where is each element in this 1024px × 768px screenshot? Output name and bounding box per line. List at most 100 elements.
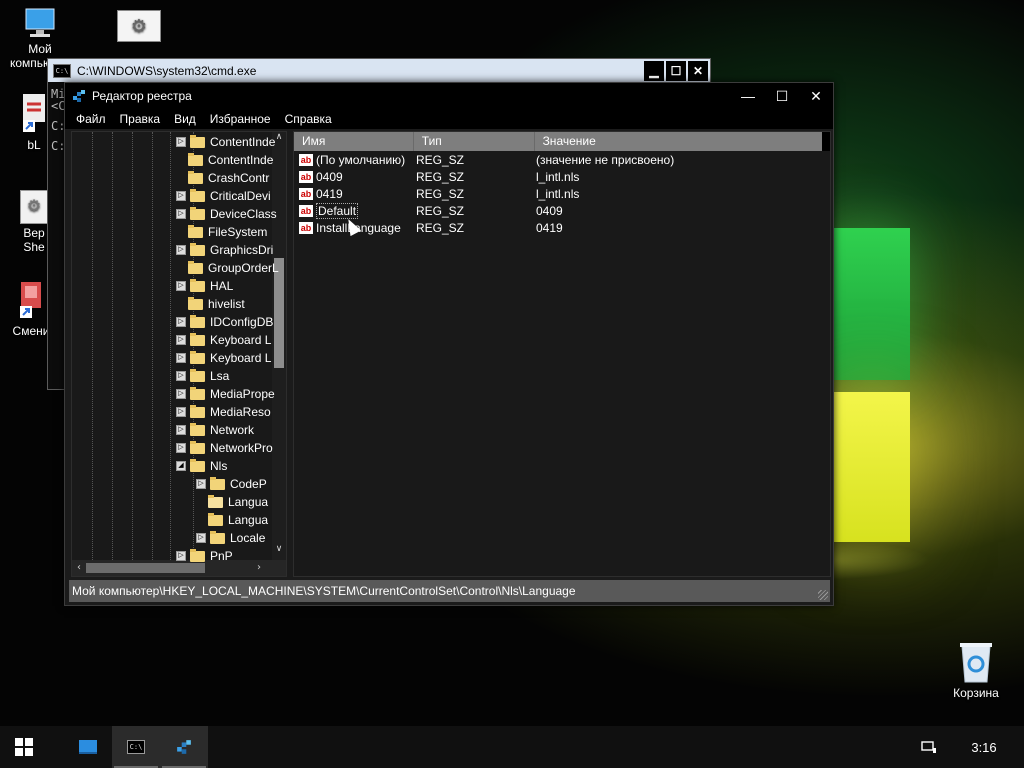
list-row[interactable]: ab Default REG_SZ 0409 bbox=[294, 202, 830, 219]
registry-tree[interactable]: ∧ ∨ ‹ › ▷ ContentInde ContentInde CrashCont… bbox=[71, 131, 287, 577]
taskbar-desktop-button[interactable] bbox=[64, 726, 112, 768]
tree-node-label: CodeP bbox=[230, 477, 267, 491]
taskbar-cmd-button[interactable]: C:\ bbox=[112, 726, 160, 768]
tree-expander-placeholder bbox=[196, 516, 204, 524]
tree-node[interactable]: ▷ ContentInde bbox=[176, 133, 275, 151]
tree-expander-icon[interactable]: ▷ bbox=[176, 335, 186, 345]
tree-expander-icon[interactable]: ◢ bbox=[176, 461, 186, 471]
tree-node-label: MediaPrope bbox=[210, 387, 275, 401]
column-header-value[interactable]: Значение bbox=[535, 132, 822, 151]
tree-node[interactable]: ▷ DeviceClass bbox=[176, 205, 277, 223]
folder-icon bbox=[190, 350, 205, 364]
folder-open-icon bbox=[208, 494, 223, 508]
tree-expander-icon[interactable]: ▷ bbox=[176, 371, 186, 381]
tree-node[interactable]: Langua bbox=[196, 511, 268, 529]
value-type-cell: REG_SZ bbox=[416, 152, 465, 167]
value-data-cell: (значение не присвоено) bbox=[536, 152, 675, 167]
tree-expander-icon[interactable]: ▷ bbox=[176, 443, 186, 453]
tree-node[interactable]: ◢ Nls bbox=[176, 457, 227, 475]
menu-help[interactable]: Справка bbox=[278, 112, 339, 126]
folder-icon bbox=[210, 530, 225, 544]
tree-node[interactable]: ▷ Network bbox=[176, 421, 254, 439]
scroll-left-arrow-icon[interactable]: ‹ bbox=[72, 560, 86, 576]
tree-expander-icon[interactable]: ▷ bbox=[176, 245, 186, 255]
tree-expander-icon[interactable]: ▷ bbox=[176, 209, 186, 219]
tree-expander-icon[interactable]: ▷ bbox=[176, 353, 186, 363]
tree-node[interactable]: ▷ PnP bbox=[176, 547, 233, 565]
regedit-close-button[interactable]: ✕ bbox=[799, 83, 833, 109]
tree-expander-icon[interactable]: ▷ bbox=[196, 533, 206, 543]
desktop-icon-settings-shortcut[interactable]: ⚙ bbox=[116, 10, 162, 44]
folder-icon bbox=[190, 422, 205, 436]
resize-grip-icon[interactable] bbox=[818, 590, 828, 600]
tree-expander-icon[interactable]: ▷ bbox=[176, 551, 186, 561]
tree-expander-icon[interactable]: ▷ bbox=[176, 137, 186, 147]
tree-node[interactable]: FileSystem bbox=[176, 223, 267, 241]
tree-expander-icon[interactable]: ▷ bbox=[176, 191, 186, 201]
tree-expander-icon[interactable]: ▷ bbox=[176, 425, 186, 435]
tree-node[interactable]: ▷ Keyboard L bbox=[176, 349, 271, 367]
tree-expander-icon[interactable]: ▷ bbox=[176, 389, 186, 399]
regedit-window[interactable]: Редактор реестра — ☐ ✕ Файл Правка Вид И… bbox=[64, 82, 834, 606]
tree-vertical-scrollbar[interactable]: ∧ ∨ bbox=[272, 132, 286, 560]
value-data-cell: l_intl.nls bbox=[536, 169, 580, 184]
list-row[interactable]: ab (По умолчанию) REG_SZ (значение не присв… bbox=[294, 151, 830, 168]
tree-node[interactable]: ▷ NetworkPro bbox=[176, 439, 273, 457]
cmd-minimize-button[interactable]: ▁ bbox=[644, 60, 664, 81]
tree-node-label: Lsa bbox=[210, 369, 230, 383]
regedit-maximize-button[interactable]: ☐ bbox=[765, 83, 799, 109]
scroll-down-arrow-icon[interactable]: ∨ bbox=[272, 544, 286, 554]
tree-node[interactable]: ▷ Keyboard L bbox=[176, 331, 271, 349]
cmd-maximize-button[interactable]: ☐ bbox=[666, 60, 686, 81]
list-row[interactable]: ab 0419 REG_SZ l_intl.nls bbox=[294, 185, 830, 202]
status-path: Мой компьютер\HKEY_LOCAL_MACHINE\SYSTEM\… bbox=[72, 584, 576, 598]
tree-node[interactable]: ContentInde bbox=[176, 151, 273, 169]
scroll-right-arrow-icon[interactable]: › bbox=[252, 560, 266, 576]
tree-node-label: Network bbox=[210, 423, 255, 437]
tree-expander-icon[interactable]: ▷ bbox=[176, 407, 186, 417]
clock[interactable]: 3:16 bbox=[944, 740, 1024, 755]
tree-node[interactable]: hivelist bbox=[176, 295, 245, 313]
regedit-minimize-button[interactable]: — bbox=[731, 83, 765, 109]
tree-node[interactable]: Langua bbox=[196, 493, 268, 511]
tree-node[interactable]: ▷ Lsa bbox=[176, 367, 229, 385]
tree-node[interactable]: ▷ MediaReso bbox=[176, 403, 271, 421]
cmd-titlebar[interactable]: C:\ C:\WINDOWS\system32\cmd.exe ▁ ☐ ✕ bbox=[48, 59, 710, 82]
value-name: (По умолчанию) bbox=[316, 152, 406, 167]
regedit-titlebar[interactable]: Редактор реестра — ☐ ✕ bbox=[65, 83, 833, 109]
tree-expander-icon[interactable]: ▷ bbox=[176, 281, 186, 291]
cmd-close-button[interactable]: ✕ bbox=[688, 60, 708, 81]
tree-expander-icon[interactable]: ▷ bbox=[196, 479, 206, 489]
menu-favorites[interactable]: Избранное bbox=[203, 112, 278, 126]
tree-node-label: NetworkPro bbox=[210, 441, 273, 455]
list-row[interactable]: ab InstallLanguage REG_SZ 0419 bbox=[294, 219, 830, 236]
registry-values-list[interactable]: Имя Тип Значение ab (По умолчанию) REG_SZ(… bbox=[293, 131, 831, 577]
tree-node[interactable]: ▷ Locale bbox=[196, 529, 265, 547]
tree-node-label: CrashContr bbox=[208, 171, 270, 185]
tree-node[interactable]: ▷ MediaPrope bbox=[176, 385, 275, 403]
desktop-icon-recycle-bin[interactable]: Корзина bbox=[944, 640, 1008, 700]
folder-icon bbox=[190, 332, 205, 346]
cmd-icon: C:\ bbox=[127, 740, 145, 754]
tree-expander-placeholder bbox=[176, 228, 184, 236]
tree-node[interactable]: ▷ GraphicsDri bbox=[176, 241, 273, 259]
start-button[interactable] bbox=[0, 726, 48, 768]
folder-icon bbox=[190, 548, 205, 562]
tree-node[interactable]: GroupOrderL bbox=[176, 259, 279, 277]
column-header-name[interactable]: Имя bbox=[294, 132, 414, 151]
tree-node[interactable]: ▷ CriticalDevi bbox=[176, 187, 271, 205]
network-icon[interactable] bbox=[914, 726, 944, 768]
tree-expander-icon[interactable]: ▷ bbox=[176, 317, 186, 327]
tree-expander-placeholder bbox=[196, 498, 204, 506]
column-header-type[interactable]: Тип bbox=[414, 132, 535, 151]
menu-file[interactable]: Файл bbox=[69, 112, 113, 126]
folder-icon bbox=[190, 404, 205, 418]
tree-node[interactable]: ▷ HAL bbox=[176, 277, 233, 295]
tree-node[interactable]: ▷ IDConfigDB bbox=[176, 313, 273, 331]
list-row[interactable]: ab 0409 REG_SZ l_intl.nls bbox=[294, 168, 830, 185]
tree-node[interactable]: ▷ CodeP bbox=[196, 475, 267, 493]
menu-edit[interactable]: Правка bbox=[113, 112, 168, 126]
menu-view[interactable]: Вид bbox=[167, 112, 203, 126]
tree-node[interactable]: CrashContr bbox=[176, 169, 269, 187]
taskbar-regedit-button[interactable] bbox=[160, 726, 208, 768]
